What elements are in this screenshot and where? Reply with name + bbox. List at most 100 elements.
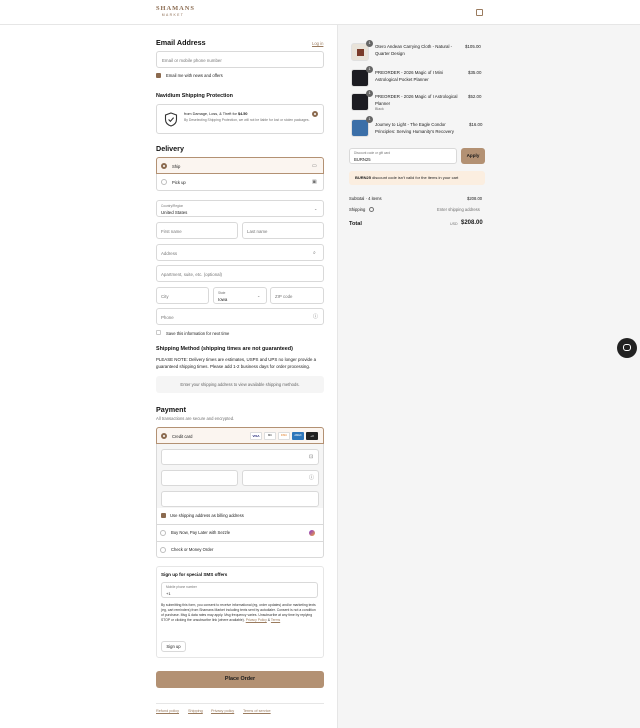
amex-icon: AMEX <box>292 432 304 440</box>
privacy-policy-footer-link[interactable]: Privacy policy <box>211 709 234 713</box>
credit-card-radio[interactable] <box>161 433 167 439</box>
discount-error-code: BURN25 <box>355 175 372 180</box>
quantity-badge: 1 <box>366 66 373 73</box>
mastercard-icon: MC <box>264 432 276 440</box>
item-name: PREORDER - 2026 Magic of I Mini Astrolog… <box>375 70 444 82</box>
news-label: Email me with news and offers <box>166 73 223 78</box>
phone-field[interactable]: Phone ⓘ <box>156 308 324 325</box>
shipping-notice: PLEASE NOTE: Delivery times are estimate… <box>156 357 317 369</box>
security-code-field[interactable]: ⓘ <box>242 470 319 486</box>
discount-field[interactable]: Discount code or gift card BURN25 <box>349 148 457 164</box>
shipping-help-icon[interactable] <box>369 207 374 212</box>
cloth-image <box>357 49 364 56</box>
apartment-field[interactable]: Apartment, suite, etc. (optional) <box>156 265 324 282</box>
item-price: $35.00 <box>468 70 482 75</box>
chat-icon <box>623 344 631 351</box>
save-info-label: Save this information for next time <box>166 331 230 336</box>
city-field[interactable]: City <box>156 287 209 304</box>
apartment-placeholder: Apartment, suite, etc. (optional) <box>161 272 223 277</box>
expiry-field[interactable] <box>161 470 238 486</box>
item-name: Otero Andean Carrying Cloth - Natural - … <box>375 44 453 56</box>
save-info-checkbox[interactable] <box>156 330 161 335</box>
help-icon[interactable]: ⓘ <box>313 314 318 320</box>
news-checkbox[interactable] <box>156 73 161 78</box>
cart-item: 1 Otero Andean Carrying Cloth - Natural … <box>349 40 485 62</box>
discount-error-text: discount code isn't valid for the items … <box>371 175 459 180</box>
country-select[interactable]: Country/Region United States ⌄ <box>156 200 324 217</box>
state-label: State <box>218 291 226 295</box>
sms-title: Sign up for special SMS offers <box>161 572 228 577</box>
cart-item: 1 PREORDER - 2026 Magic of I Mini Astrol… <box>349 66 485 88</box>
billing-checkbox[interactable] <box>161 513 166 518</box>
pickup-radio[interactable] <box>161 179 167 185</box>
money-order-label[interactable]: Check or Money Order <box>171 547 213 552</box>
terms-of-service-link[interactable]: Terms of service <box>243 709 271 713</box>
city-placeholder: City <box>161 294 169 299</box>
apply-button[interactable]: Apply <box>461 148 485 164</box>
visa-icon: VISA <box>250 432 262 440</box>
chevron-down-icon: ⌄ <box>314 206 318 211</box>
sms-legal-amp: & <box>267 618 271 622</box>
phone-placeholder: Phone <box>161 315 174 320</box>
truck-icon: ▭ <box>312 163 317 169</box>
ship-option[interactable]: Ship ▭ <box>156 157 324 174</box>
shipping-link[interactable]: Shipping <box>188 709 203 713</box>
zip-placeholder: ZIP code <box>275 294 293 299</box>
pickup-label: Pick up <box>172 180 186 185</box>
money-order-radio[interactable] <box>160 547 166 553</box>
ship-radio[interactable] <box>161 163 167 169</box>
state-select[interactable]: State Iowa ⌄ <box>213 287 267 304</box>
card-number-field[interactable]: ⊡ <box>161 449 319 465</box>
more-cards-icon: +3 <box>306 432 318 440</box>
protection-toggle[interactable] <box>312 111 318 117</box>
subtotal-label: Subtotal · 4 items <box>349 196 382 201</box>
logo-line1: SHAMANS <box>156 5 195 12</box>
country-label: Country/Region <box>161 204 184 208</box>
protection-box[interactable]: from Damage, Loss, & Theft for $4.50 By … <box>156 104 324 134</box>
sezzle-icon <box>309 530 315 536</box>
first-name-field[interactable]: First name <box>156 222 238 239</box>
delivery-title: Delivery <box>156 144 184 153</box>
shield-icon <box>164 112 178 127</box>
currency-code: USD <box>450 222 458 226</box>
login-link[interactable]: Log in <box>312 41 323 46</box>
sezzle-radio[interactable] <box>160 530 166 536</box>
chat-button[interactable] <box>617 338 637 358</box>
privacy-policy-link[interactable]: Privacy Policy <box>246 618 267 622</box>
address-field[interactable]: Address ⌕ <box>156 244 324 261</box>
logo-line2: MARKET <box>161 13 185 17</box>
pickup-option[interactable]: Pick up ▣ <box>156 174 324 191</box>
refund-policy-link[interactable]: Refund policy <box>156 709 179 713</box>
last-name-field[interactable]: Last name <box>242 222 324 239</box>
shipping-methods-empty: Enter your shipping address to view avai… <box>156 376 324 393</box>
protection-prefix: from Damage, Loss, & Theft for <box>184 112 238 116</box>
payment-title: Payment <box>156 405 186 414</box>
header <box>0 0 640 25</box>
cart-item: 1 Journey to Light - The Eagle Condor Pr… <box>349 116 485 140</box>
terms-link[interactable]: Terms <box>271 618 280 622</box>
sms-signup-button[interactable]: Sign up <box>161 641 186 652</box>
divider <box>156 541 324 542</box>
subtotal-value: $208.00 <box>467 196 483 201</box>
footer-divider <box>156 703 324 704</box>
protection-title: Navidium Shipping Protection <box>156 93 233 99</box>
place-order-button[interactable]: Place Order <box>156 671 324 688</box>
country-value: United States <box>161 210 188 215</box>
sezzle-label[interactable]: Buy Now, Pay Later with Sezzle <box>171 530 230 535</box>
help-icon[interactable]: ⓘ <box>309 475 314 481</box>
divider <box>156 524 324 525</box>
shipping-method-title: Shipping Method (shipping times are not … <box>156 346 293 352</box>
sms-phone-label: Mobile phone number <box>166 585 197 589</box>
item-price: $52.00 <box>468 94 482 99</box>
shopping-bag-icon[interactable] <box>476 9 483 16</box>
name-on-card-field[interactable] <box>161 491 319 507</box>
credit-card-option[interactable]: Credit card VISA MC DISC AMEX +3 <box>156 427 324 444</box>
sms-phone-field[interactable]: Mobile phone number +1 <box>161 582 318 598</box>
discount-error: BURN25 discount code isn't valid for the… <box>349 171 485 185</box>
ship-label: Ship <box>172 164 181 169</box>
total-label: Total <box>349 221 362 227</box>
zip-field[interactable]: ZIP code <box>270 287 324 304</box>
last-name-placeholder: Last name <box>247 229 268 234</box>
email-field[interactable]: Email or mobile phone number <box>156 51 324 68</box>
shamans-market-logo[interactable]: SHAMANS MARKET <box>156 5 195 19</box>
